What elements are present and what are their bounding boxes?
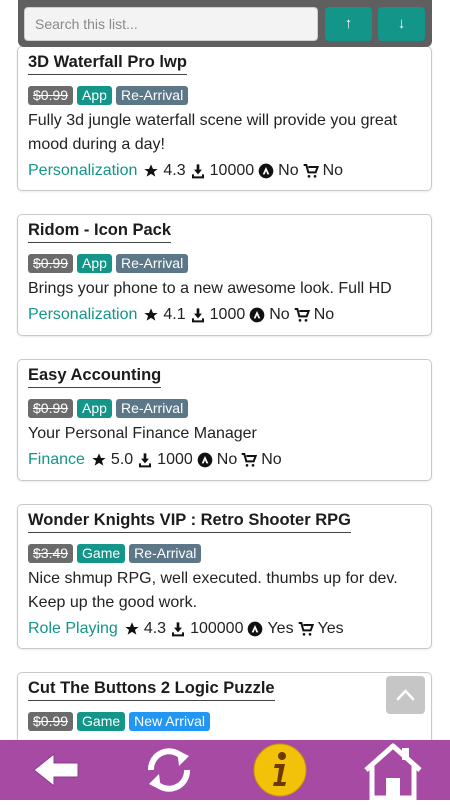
download-icon: [137, 452, 153, 468]
app-title[interactable]: Easy Accounting: [28, 366, 162, 388]
ads-value: No: [269, 306, 290, 323]
download-icon: [190, 163, 206, 179]
downloads-value: 10000: [209, 162, 255, 179]
search-toolbar: ↑ ↓: [18, 0, 432, 47]
search-input[interactable]: [24, 7, 318, 41]
category-link[interactable]: Personalization: [28, 305, 137, 325]
rating-value: 5.0: [110, 451, 134, 468]
app-meta: Personalization 4.1 1000 No No: [28, 305, 425, 325]
download-icon: [170, 621, 186, 637]
type-badge: App: [77, 86, 112, 105]
app-meta: Finance 5.0 1000 No No: [28, 450, 425, 470]
ads-value: No: [278, 162, 299, 179]
home-button[interactable]: [362, 740, 424, 801]
download-icon: [190, 307, 206, 323]
app-title[interactable]: Wonder Knights VIP : Retro Shooter RPG: [28, 511, 351, 533]
rating-value: 4.3: [143, 620, 167, 637]
ads-icon: [249, 307, 265, 323]
ads-icon: [258, 163, 274, 179]
cart-icon: [294, 307, 310, 323]
list-item[interactable]: Wonder Knights VIP : Retro Shooter RPG $…: [17, 504, 432, 649]
downloads-value: 1000: [209, 306, 246, 323]
app-title[interactable]: Ridom - Icon Pack: [28, 221, 172, 243]
app-meta: Role Playing 4.3 100000 Yes Yes: [28, 619, 425, 639]
badge-row: $0.99 App Re-Arrival: [28, 399, 189, 418]
category-link[interactable]: Finance: [28, 450, 85, 470]
app-description: Nice shmup RPG, well executed. thumbs up…: [28, 570, 398, 611]
app-title[interactable]: Cut The Buttons 2 Logic Puzzle: [28, 679, 275, 701]
arrival-badge: New Arrival: [129, 712, 210, 731]
app-meta: Personalization 4.3 10000 No No: [28, 161, 425, 181]
ads-icon: [197, 452, 213, 468]
downloads-value: 100000: [190, 620, 244, 637]
back-arrow-icon: [33, 752, 79, 788]
arrival-badge: Re-Arrival: [115, 399, 189, 418]
type-badge: Game: [77, 544, 126, 563]
type-badge: App: [77, 254, 112, 273]
sort-descending-button[interactable]: ↓: [378, 7, 425, 41]
price-badge: $3.49: [28, 544, 74, 563]
category-link[interactable]: Personalization: [28, 161, 137, 181]
back-button[interactable]: [28, 740, 84, 800]
category-link[interactable]: Role Playing: [28, 619, 118, 639]
cart-icon: [303, 163, 319, 179]
badge-row: $3.49 Game Re-Arrival: [28, 544, 202, 563]
ads-value: Yes: [267, 620, 294, 637]
arrival-badge: Re-Arrival: [129, 544, 202, 563]
refresh-icon: [148, 748, 190, 792]
home-icon: [364, 743, 422, 801]
star-icon: [143, 163, 159, 179]
rating-value: 4.1: [163, 306, 186, 323]
arrival-badge: Re-Arrival: [115, 254, 189, 273]
ads-value: No: [216, 451, 238, 468]
sort-ascending-button[interactable]: ↑: [325, 7, 372, 41]
arrival-badge: Re-Arrival: [115, 86, 189, 105]
cart-icon: [298, 621, 314, 637]
price-badge: $0.99: [28, 254, 74, 273]
star-icon: [124, 621, 140, 637]
cart-icon: [241, 452, 258, 468]
downloads-value: 1000: [157, 451, 193, 468]
ads-icon: [247, 621, 263, 637]
list-item[interactable]: Easy Accounting $0.99 App Re-Arrival You…: [17, 359, 432, 481]
info-icon: [253, 743, 307, 797]
list-item[interactable]: 3D Waterfall Pro lwp $0.99 App Re-Arriva…: [17, 46, 432, 191]
iap-value: No: [313, 306, 335, 323]
badge-row: $0.99 Game New Arrival: [28, 712, 210, 731]
star-icon: [91, 452, 107, 468]
iap-value: Yes: [317, 620, 344, 637]
list-item[interactable]: Ridom - Icon Pack $0.99 App Re-Arrival B…: [17, 214, 432, 336]
app-description: Fully 3d jungle waterfall scene will pro…: [28, 112, 398, 153]
app-description: Your Personal Finance Manager: [28, 425, 257, 442]
price-badge: $0.99: [28, 399, 74, 418]
iap-value: No: [322, 162, 344, 179]
badge-row: $0.99 App Re-Arrival: [28, 86, 189, 105]
chevron-up-icon: [396, 689, 415, 701]
star-icon: [143, 307, 159, 323]
iap-value: No: [261, 451, 282, 468]
bottom-nav: [0, 740, 450, 801]
badge-row: $0.99 App Re-Arrival: [28, 254, 189, 273]
type-badge: App: [77, 399, 112, 418]
price-badge: $0.99: [28, 86, 74, 105]
refresh-button[interactable]: [139, 740, 199, 800]
price-badge: $0.99: [28, 712, 74, 731]
type-badge: Game: [77, 712, 126, 731]
rating-value: 4.3: [163, 162, 186, 179]
app-title[interactable]: 3D Waterfall Pro lwp: [28, 53, 187, 75]
info-button[interactable]: [251, 740, 311, 800]
app-description: Brings your phone to a new awesome look.…: [28, 280, 392, 297]
scroll-to-top-button[interactable]: [386, 676, 425, 714]
